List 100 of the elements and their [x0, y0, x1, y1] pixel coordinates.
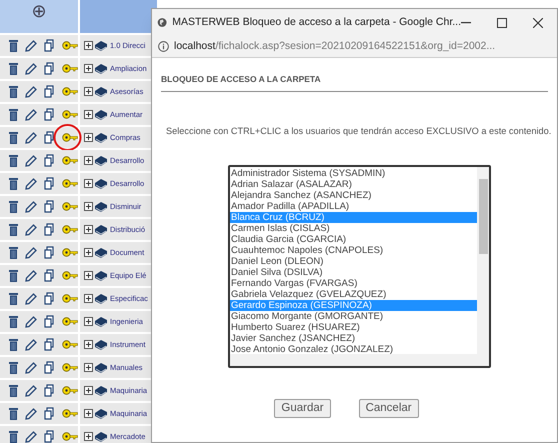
trash-icon[interactable]	[9, 362, 18, 374]
expand-icon[interactable]	[84, 179, 93, 188]
key-icon[interactable]	[62, 432, 78, 441]
copy-icon[interactable]	[44, 407, 55, 420]
expand-icon[interactable]	[84, 386, 93, 395]
user-listbox[interactable]	[228, 164, 491, 368]
trash-icon[interactable]	[9, 86, 18, 98]
user-option[interactable]: Adrian Salazar (ASALAZAR)	[230, 178, 477, 190]
copy-icon[interactable]	[44, 361, 55, 374]
key-icon[interactable]	[62, 156, 78, 165]
key-icon[interactable]	[62, 248, 78, 257]
copy-icon[interactable]	[44, 85, 55, 98]
key-icon[interactable]	[62, 41, 78, 50]
key-icon[interactable]	[62, 179, 78, 188]
copy-icon[interactable]	[44, 131, 55, 144]
pencil-icon[interactable]	[25, 292, 37, 304]
expand-icon[interactable]	[84, 271, 93, 280]
expand-icon[interactable]	[84, 225, 93, 234]
copy-icon[interactable]	[44, 154, 55, 167]
copy-icon[interactable]	[44, 62, 55, 75]
pencil-icon[interactable]	[25, 154, 37, 166]
expand-icon[interactable]	[84, 87, 93, 96]
trash-icon[interactable]	[9, 62, 18, 74]
pencil-icon[interactable]	[25, 132, 37, 144]
trash-icon[interactable]	[9, 108, 18, 120]
trash-icon[interactable]	[9, 178, 18, 190]
user-option[interactable]: Daniel Silva (DSILVA)	[230, 266, 477, 278]
user-option[interactable]: Cuauhtemoc Napoles (CNAPOLES)	[230, 244, 477, 256]
pencil-icon[interactable]	[25, 408, 37, 420]
expand-icon[interactable]	[84, 110, 93, 119]
vertical-scrollbar[interactable]	[477, 166, 489, 354]
copy-icon[interactable]	[44, 292, 55, 305]
key-icon[interactable]	[62, 133, 78, 142]
pencil-icon[interactable]	[25, 62, 37, 74]
key-icon[interactable]	[62, 317, 78, 326]
expand-icon[interactable]	[84, 248, 93, 257]
maximize-icon[interactable]	[497, 18, 507, 28]
copy-icon[interactable]	[44, 315, 55, 328]
expand-icon[interactable]	[84, 340, 93, 349]
dialog-button[interactable]: Cancelar	[358, 398, 419, 418]
pencil-icon[interactable]	[25, 338, 37, 350]
expand-icon[interactable]	[84, 202, 93, 211]
minimize-icon[interactable]	[461, 22, 471, 24]
horizontal-scrollbar[interactable]	[230, 354, 489, 366]
pencil-icon[interactable]	[25, 86, 37, 98]
expand-icon[interactable]	[84, 294, 93, 303]
copy-icon[interactable]	[44, 39, 55, 52]
trash-icon[interactable]	[9, 154, 18, 166]
user-option[interactable]: Amador Padilla (APADILLA)	[230, 200, 477, 212]
copy-icon[interactable]	[44, 223, 55, 236]
key-icon[interactable]	[62, 87, 78, 96]
pencil-icon[interactable]	[25, 270, 37, 282]
scroll-thumb[interactable]	[478, 178, 488, 254]
copy-icon[interactable]	[44, 338, 55, 351]
user-option[interactable]: Carmen Islas (CISLAS)	[230, 222, 477, 234]
key-icon[interactable]	[62, 340, 78, 349]
key-icon[interactable]	[62, 202, 78, 211]
pencil-icon[interactable]	[25, 430, 37, 442]
pencil-icon[interactable]	[25, 40, 37, 52]
pencil-icon[interactable]	[25, 362, 37, 374]
expand-icon[interactable]	[84, 432, 93, 441]
expand-icon[interactable]	[84, 133, 93, 142]
key-icon[interactable]	[62, 64, 78, 73]
user-option[interactable]: Humberto Suarez (HSUAREZ)	[230, 322, 477, 333]
expand-icon[interactable]	[84, 156, 93, 165]
copy-icon[interactable]	[44, 200, 55, 213]
copy-icon[interactable]	[44, 177, 55, 190]
user-option[interactable]: Jose Antonio Gonzalez (JGONZALEZ)	[230, 344, 477, 354]
pencil-icon[interactable]	[25, 246, 37, 258]
url-text[interactable]: localhost/fichalock.asp?sesion=20210209164522151&org_id=2002...	[174, 38, 496, 54]
copy-icon[interactable]	[44, 108, 55, 121]
trash-icon[interactable]	[9, 200, 18, 212]
user-option[interactable]: Alejandra Sanchez (ASANCHEZ)	[230, 190, 477, 201]
trash-icon[interactable]	[9, 132, 18, 144]
trash-icon[interactable]	[9, 316, 18, 328]
pencil-icon[interactable]	[25, 316, 37, 328]
expand-icon[interactable]	[84, 317, 93, 326]
pencil-icon[interactable]	[25, 178, 37, 190]
user-option[interactable]: Giacomo Morgante (GMORGANTE)	[230, 310, 477, 322]
key-icon[interactable]	[62, 110, 78, 119]
dialog-button[interactable]: Guardar	[274, 398, 331, 418]
pencil-icon[interactable]	[25, 108, 37, 120]
close-icon[interactable]	[533, 18, 543, 28]
key-icon[interactable]	[62, 386, 78, 395]
pencil-icon[interactable]	[25, 200, 37, 212]
trash-icon[interactable]	[9, 224, 18, 236]
copy-icon[interactable]	[44, 269, 55, 282]
expand-icon[interactable]	[84, 363, 93, 372]
expand-icon[interactable]	[84, 64, 93, 73]
copy-icon[interactable]	[44, 246, 55, 259]
expand-icon[interactable]	[84, 409, 93, 418]
trash-icon[interactable]	[9, 430, 18, 442]
key-icon[interactable]	[62, 363, 78, 372]
key-icon[interactable]	[62, 294, 78, 303]
trash-icon[interactable]	[9, 270, 18, 282]
trash-icon[interactable]	[9, 408, 18, 420]
user-option[interactable]: Gabriela Velazquez (GVELAZQUEZ)	[230, 288, 477, 300]
expand-icon[interactable]	[84, 41, 93, 50]
trash-icon[interactable]	[9, 292, 18, 304]
add-icon[interactable]: ⊕	[32, 2, 46, 20]
